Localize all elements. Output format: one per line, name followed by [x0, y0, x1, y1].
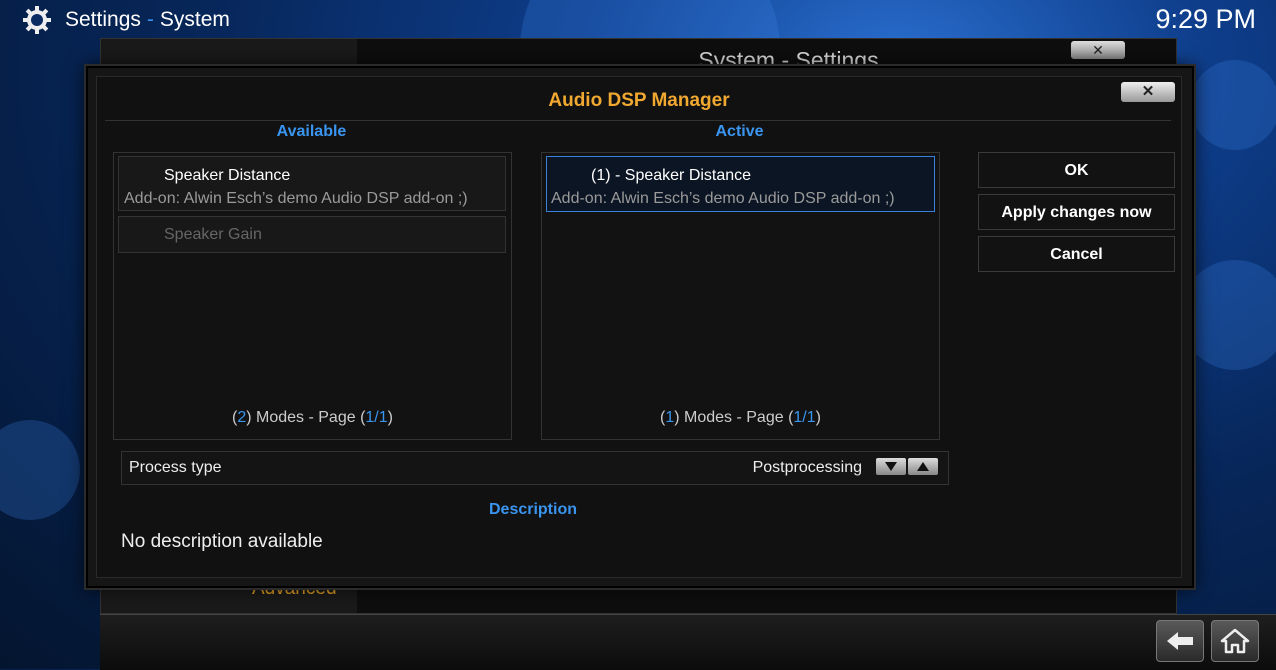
- ok-button[interactable]: OK: [978, 152, 1175, 188]
- audio-dsp-manager-dialog: Audio DSP Manager ✕ Available Speaker Di…: [86, 66, 1194, 588]
- process-type-value: Postprocessing: [752, 459, 862, 476]
- pager-close: ): [387, 409, 393, 426]
- spinner-down-button[interactable]: [876, 458, 906, 475]
- dialog-body: Audio DSP Manager ✕ Available Speaker Di…: [96, 76, 1182, 578]
- list-item-speaker-gain[interactable]: Speaker Gain: [118, 216, 506, 253]
- breadcrumb-section: Settings: [65, 8, 141, 31]
- background-bubble: [1190, 60, 1276, 150]
- pager-count: 1: [665, 409, 675, 426]
- list-item-addon: Add-on: Alwin Esch’s demo Audio DSP add-…: [551, 190, 895, 207]
- home-button[interactable]: [1211, 620, 1259, 662]
- list-item-name: Speaker Distance: [164, 167, 291, 184]
- top-bar: Settings - System 9:29 PM: [0, 0, 1276, 40]
- back-button[interactable]: [1156, 620, 1204, 662]
- spinner-up-button[interactable]: [908, 458, 938, 475]
- dialog-title: Audio DSP Manager: [548, 90, 730, 111]
- background-bubble: [0, 420, 80, 520]
- active-heading: Active: [715, 123, 764, 140]
- dialog-close-button[interactable]: ✕: [1121, 82, 1175, 102]
- settings-close-button[interactable]: ✕: [1071, 41, 1125, 59]
- breadcrumb-separator: -: [146, 8, 154, 31]
- available-list: Speaker Distance Add-on: Alwin Esch’s de…: [113, 152, 512, 440]
- breadcrumb-subsection: System: [159, 8, 230, 31]
- bottom-bar: [100, 614, 1276, 670]
- active-pager: (1) Modes - Page (1/1): [542, 409, 939, 427]
- breadcrumb: Settings - System: [65, 8, 230, 32]
- list-item-name: Speaker Gain: [164, 226, 262, 243]
- pager-pages: 1: [806, 409, 816, 426]
- down-arrow-icon: [885, 462, 897, 471]
- list-item-name: (1) - Speaker Distance: [591, 167, 752, 184]
- back-arrow-icon: [1167, 632, 1193, 650]
- available-heading: Available: [276, 123, 347, 140]
- pager-page: 1: [365, 409, 375, 426]
- description-text: No description available: [121, 531, 323, 552]
- pager-close: ): [815, 409, 821, 426]
- active-list: (1) - Speaker Distance Add-on: Alwin Esc…: [541, 152, 940, 440]
- background-bubble: [1180, 260, 1276, 370]
- clock: 9:29 PM: [1155, 4, 1256, 34]
- list-item-active-speaker-distance[interactable]: (1) - Speaker Distance Add-on: Alwin Esc…: [546, 156, 935, 212]
- apply-changes-button[interactable]: Apply changes now: [978, 194, 1175, 230]
- cancel-button[interactable]: Cancel: [978, 236, 1175, 272]
- process-type-spinner[interactable]: Process type Postprocessing: [121, 451, 949, 485]
- pager-text: ) Modes - Page (: [246, 409, 366, 426]
- list-item-addon: Add-on: Alwin Esch’s demo Audio DSP add-…: [124, 190, 468, 207]
- home-icon: [1220, 628, 1250, 654]
- up-arrow-icon: [917, 462, 929, 471]
- pager-pages: 1: [378, 409, 388, 426]
- gear-icon: [23, 6, 51, 34]
- process-type-label: Process type: [129, 459, 222, 476]
- pager-page: 1: [793, 409, 803, 426]
- list-item-speaker-distance[interactable]: Speaker Distance Add-on: Alwin Esch’s de…: [118, 156, 506, 211]
- pager-count: 2: [237, 409, 247, 426]
- available-pager: (2) Modes - Page (1/1): [114, 409, 511, 427]
- description-heading: Description: [488, 501, 577, 518]
- title-divider: [105, 120, 1171, 121]
- pager-text: ) Modes - Page (: [674, 409, 794, 426]
